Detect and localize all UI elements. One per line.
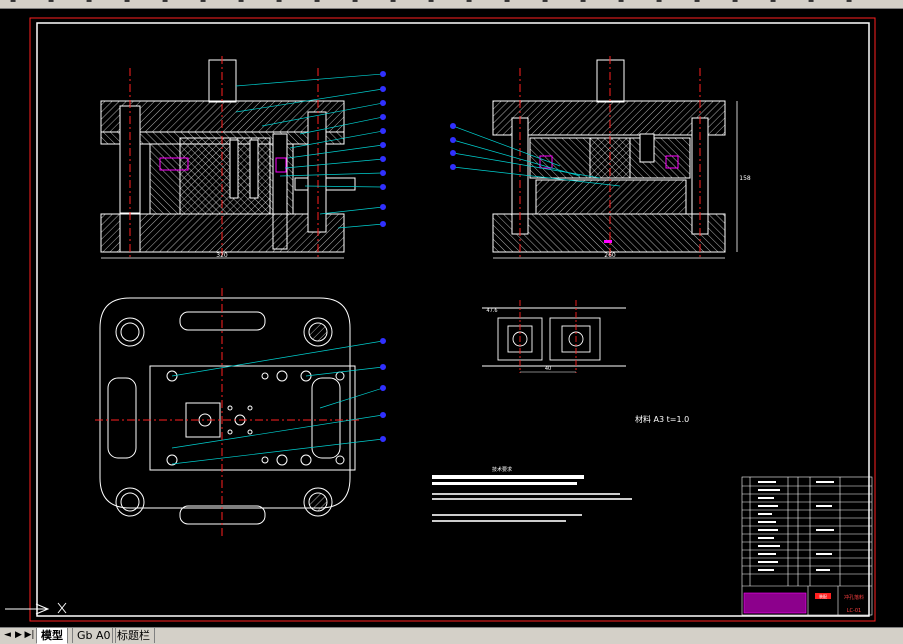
zoom-realtime-icon[interactable]: ▪ (462, 0, 476, 6)
sheet-set-icon[interactable]: ▪ (690, 0, 704, 6)
open-icon[interactable]: ▪ (44, 0, 58, 6)
layer-icon[interactable]: ▪ (842, 0, 856, 6)
drawing-canvas[interactable]: 320 260 158 40 47.6 材料 A3 t=1.0 技术要求 装配 … (0, 8, 903, 627)
calculator-icon[interactable]: ▪ (766, 0, 780, 6)
side-width-dim: 260 (604, 252, 616, 259)
tab-model[interactable]: 模型 (36, 628, 68, 644)
tab-first-icon[interactable]: ◄ (2, 629, 13, 642)
tab-last-icon[interactable]: ▶| (24, 629, 35, 642)
strip-layout[interactable]: 40 47.6 (482, 300, 626, 373)
side-height-dim: 158 (739, 175, 751, 182)
zoom-window-icon[interactable]: ▪ (500, 0, 514, 6)
pan-icon[interactable]: ▪ (424, 0, 438, 6)
material-label: 材料 A3 t=1.0 (635, 414, 689, 424)
layout-tab-bar: ◄ ▶ ▶| 模型 Gb A0 标题栏 (0, 627, 903, 644)
front-width-dim: 320 (216, 252, 228, 259)
technical-requirements[interactable]: 技术要求 (432, 466, 632, 522)
front-section-view[interactable]: 320 (100, 56, 356, 259)
print-icon[interactable]: ▪ (120, 0, 134, 6)
save-icon[interactable]: ▪ (82, 0, 96, 6)
tab-gb-a0[interactable]: Gb A0 (72, 628, 116, 643)
drawing-name: 冲孔落料 (844, 594, 864, 601)
redo-icon[interactable]: ▪ (386, 0, 400, 6)
design-center-icon[interactable]: ▪ (614, 0, 628, 6)
preview-icon[interactable]: ▪ (158, 0, 172, 6)
zoom-previous-icon[interactable]: ▪ (538, 0, 552, 6)
side-balloon-markers (450, 123, 456, 170)
undo-icon[interactable]: ▪ (348, 0, 362, 6)
plan-balloon-markers (380, 338, 386, 442)
new-icon[interactable]: ▪ (6, 0, 20, 6)
cut-icon[interactable]: ▪ (196, 0, 210, 6)
copy-icon[interactable]: ▪ (234, 0, 248, 6)
paste-icon[interactable]: ▪ (272, 0, 286, 6)
strip-pitch-dim: 40 (545, 366, 551, 372)
notes-title: 技术要求 (492, 466, 512, 473)
front-balloon-markers (380, 71, 386, 227)
strip-width-dim: 47.6 (486, 308, 497, 314)
drawing-number: LC-01 (847, 608, 861, 614)
match-icon[interactable]: ▪ (310, 0, 324, 6)
tab-next-icon[interactable]: ▶ (13, 629, 24, 642)
stamp-text: 装配 (819, 593, 827, 599)
tool-palette-icon[interactable]: ▪ (652, 0, 666, 6)
markup-icon[interactable]: ▪ (728, 0, 742, 6)
plan-view[interactable] (95, 288, 360, 538)
properties-icon[interactable]: ▪ (576, 0, 590, 6)
help-icon[interactable]: ▪ (804, 0, 818, 6)
ucs-icon (5, 602, 67, 615)
side-section-view[interactable]: 260 158 (492, 56, 751, 259)
tab-title-block[interactable]: 标题栏 (112, 628, 155, 643)
